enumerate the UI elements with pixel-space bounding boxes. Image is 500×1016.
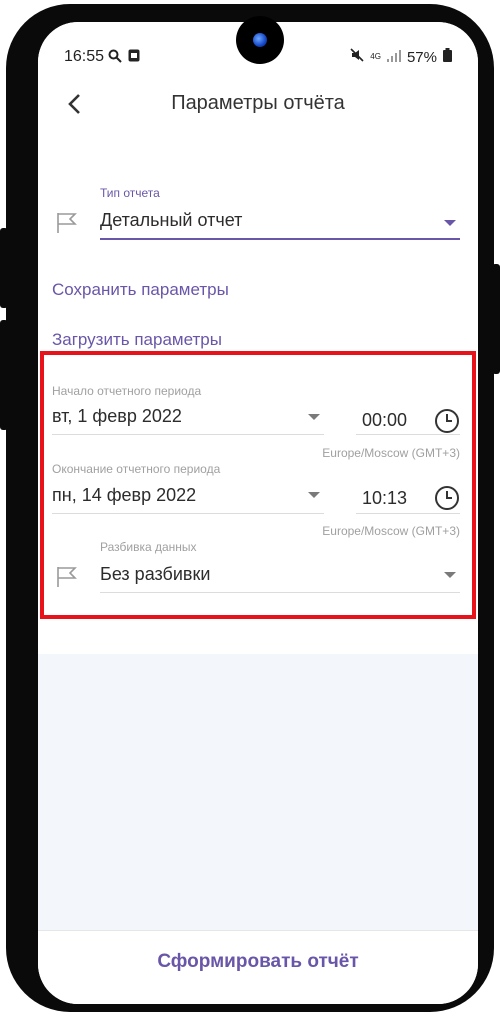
camera-lens [253, 33, 267, 47]
chevron-down-icon[interactable] [444, 220, 456, 226]
image-icon [128, 49, 140, 65]
front-camera [236, 16, 284, 64]
save-params-link[interactable]: Сохранить параметры [52, 280, 229, 300]
report-type-label: Тип отчета [100, 186, 160, 200]
mute-icon [350, 48, 364, 66]
battery-icon [443, 48, 452, 66]
network-type: 4G [370, 52, 381, 61]
page-title: Параметры отчёта [171, 92, 345, 114]
search-icon [108, 49, 122, 66]
status-time: 16:55 [64, 48, 105, 65]
side-button [0, 320, 8, 430]
generate-report-button[interactable]: Сформировать отчёт [38, 951, 478, 973]
load-params-link[interactable]: Загрузить параметры [52, 330, 222, 350]
report-type-value[interactable]: Детальный отчет [100, 210, 242, 231]
phone-frame: 16:55 4G 57% Параметры отчёта Тип отчета… [0, 4, 500, 1012]
flag-icon [57, 213, 77, 233]
battery-percent: 57% [406, 48, 437, 66]
power-button [492, 264, 500, 374]
bottom-bar: Сформировать отчёт [38, 930, 478, 1004]
status-indicators: 4G 57% [350, 48, 452, 66]
highlight-frame [40, 351, 476, 619]
report-type-underline [100, 238, 460, 240]
app-header: Параметры отчёта [38, 74, 478, 134]
screen: 16:55 4G 57% Параметры отчёта Тип отчета… [38, 22, 478, 1004]
volume-button [0, 228, 8, 308]
signal-icon [386, 49, 401, 66]
